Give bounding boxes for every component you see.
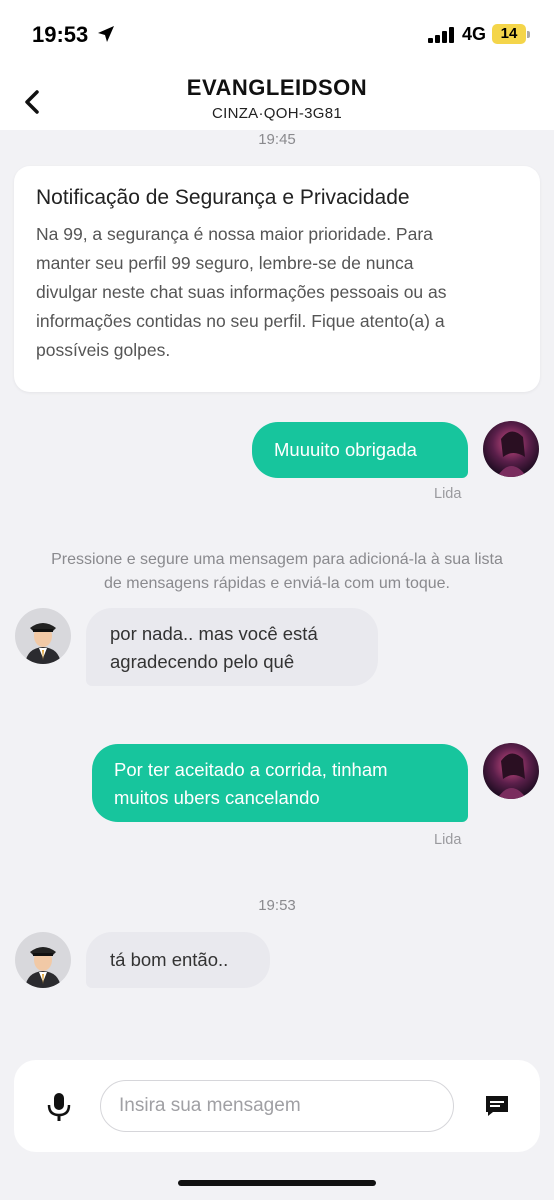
- user-avatar: [483, 743, 539, 799]
- security-notice-card: Notificação de Segurança e Privacidade N…: [14, 166, 540, 392]
- status-time: 19:53: [32, 22, 89, 47]
- network-type: 4G: [462, 24, 487, 44]
- read-status: Lida: [434, 486, 462, 502]
- battery-icon: 14: [492, 24, 526, 44]
- message-text: Muuuito obrigada: [274, 439, 417, 460]
- user-avatar: [483, 421, 539, 477]
- vehicle-plate: CINZA·QOH-3G81: [211, 105, 343, 122]
- message-composer: [14, 1060, 540, 1152]
- location-arrow-icon: [98, 26, 114, 42]
- incoming-message-bubble[interactable]: tá bom então..: [86, 932, 270, 988]
- message-timestamp: 19:53: [258, 897, 296, 914]
- notice-line: Na 99, a segurança é nossa maior priorid…: [36, 224, 433, 244]
- notice-line: possíveis golpes.: [36, 340, 171, 360]
- battery-nub: [527, 31, 530, 38]
- hint-line: Pressione e segure uma mensagem para adi…: [51, 551, 503, 568]
- driver-name: EVANGLEIDSON: [186, 75, 368, 100]
- notice-line: manter seu perfil 99 seguro, lembre-se d…: [36, 253, 414, 273]
- notice-body: Na 99, a segurança é nossa maior priorid…: [36, 220, 518, 365]
- chat-header: EVANGLEIDSON CINZA·QOH-3G81: [0, 66, 554, 130]
- quick-message-icon[interactable]: [484, 1094, 510, 1118]
- notice-line: divulgar neste chat suas informações pes…: [36, 282, 447, 302]
- microphone-icon[interactable]: [46, 1092, 72, 1122]
- outgoing-message-bubble[interactable]: Muuuito obrigada: [252, 422, 468, 478]
- notice-title: Notificação de Segurança e Privacidade: [36, 186, 410, 209]
- message-text: tá bom então..: [110, 949, 229, 970]
- message-text: Por ter aceitado a corrida, tinham: [114, 759, 388, 780]
- message-text: muitos ubers cancelando: [114, 787, 320, 808]
- driver-avatar: [15, 932, 71, 988]
- message-timestamp: 19:45: [258, 131, 296, 148]
- status-bar: 19:53 4G 14: [0, 0, 554, 66]
- hint-line: de mensagens rápidas e enviá-la com um t…: [104, 575, 450, 592]
- quick-messages-hint: Pressione e segure uma mensagem para adi…: [0, 548, 554, 596]
- incoming-message-bubble[interactable]: por nada.. mas você está agradecendo pel…: [86, 608, 378, 686]
- read-status: Lida: [434, 832, 462, 848]
- message-input[interactable]: [100, 1080, 454, 1132]
- message-text: por nada.. mas você está: [110, 623, 318, 644]
- outgoing-message-bubble[interactable]: Por ter aceitado a corrida, tinham muito…: [92, 744, 468, 822]
- home-indicator: [178, 1180, 376, 1186]
- notice-line: informações contidas no seu perfil. Fiqu…: [36, 311, 445, 331]
- driver-avatar: [15, 608, 71, 664]
- cellular-signal-icon: [428, 27, 454, 43]
- message-text: agradecendo pelo quê: [110, 651, 295, 672]
